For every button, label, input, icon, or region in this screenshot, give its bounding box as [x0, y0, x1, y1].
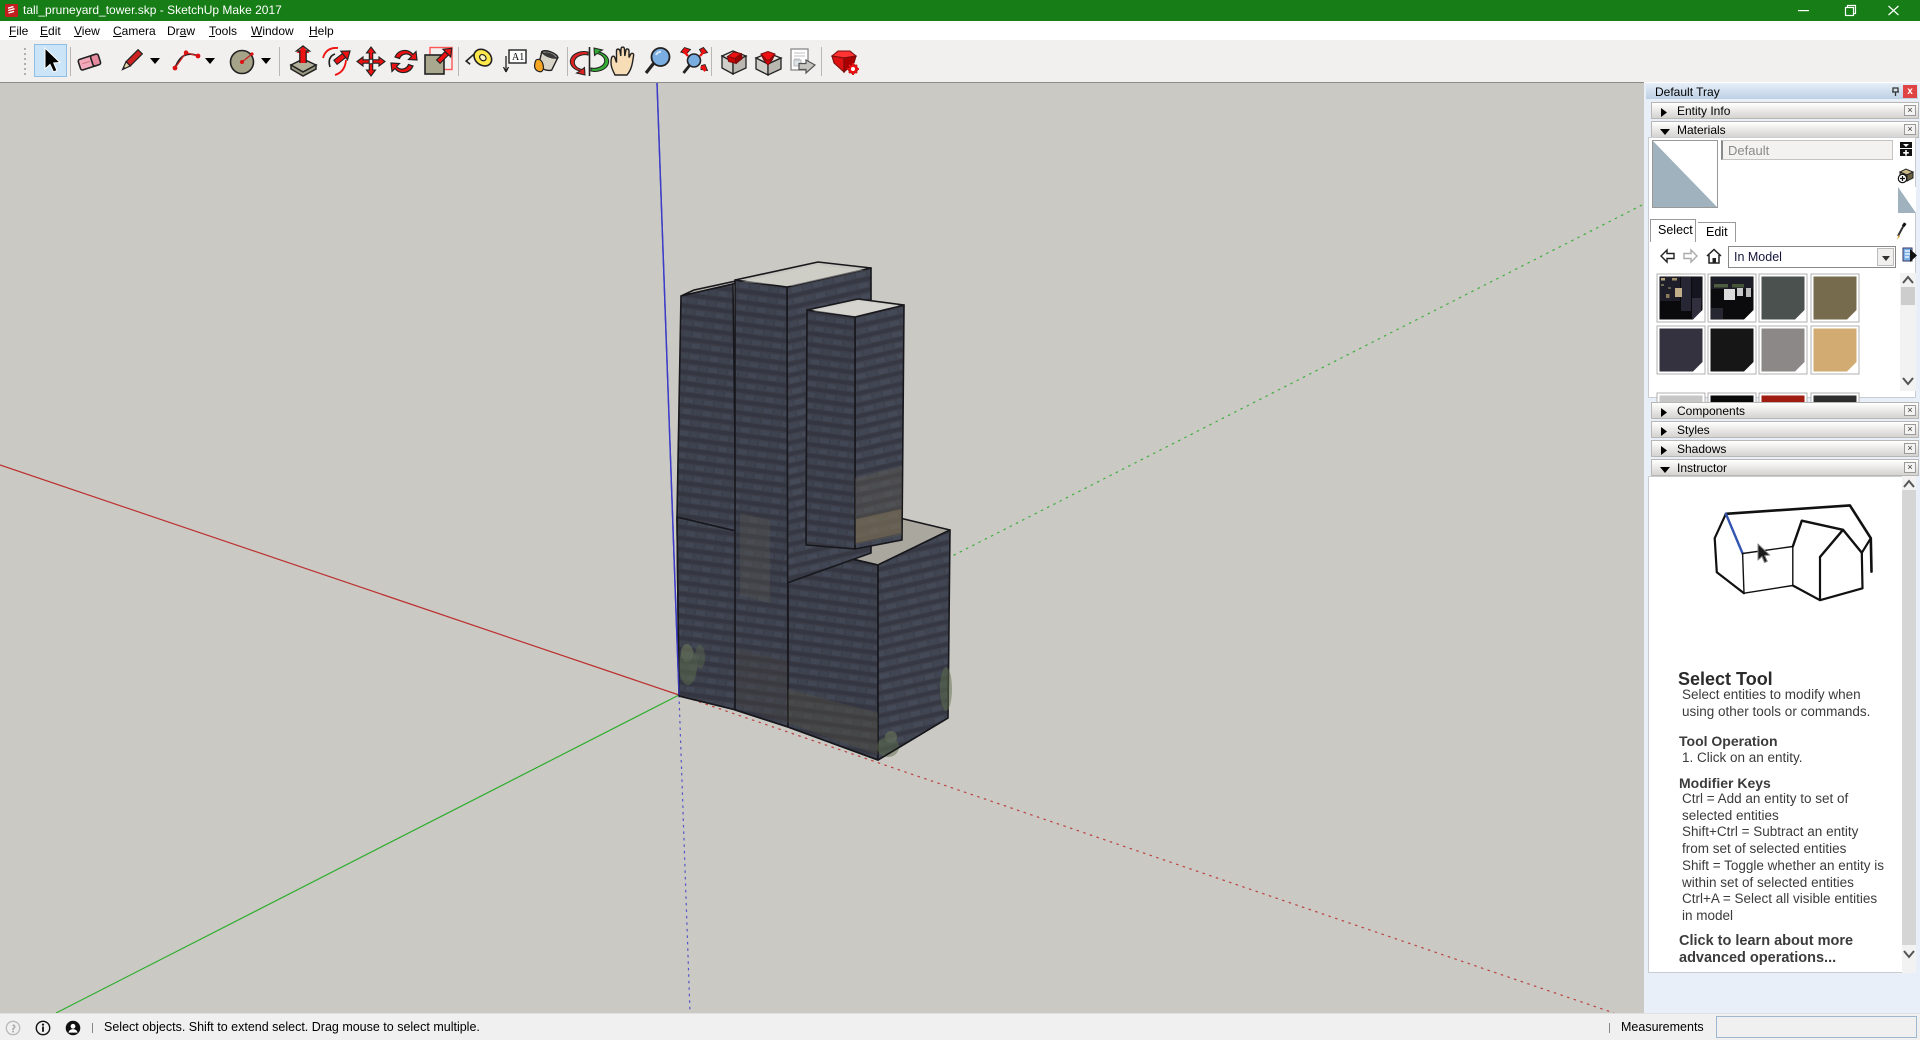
- svg-text:A1: A1: [512, 52, 524, 63]
